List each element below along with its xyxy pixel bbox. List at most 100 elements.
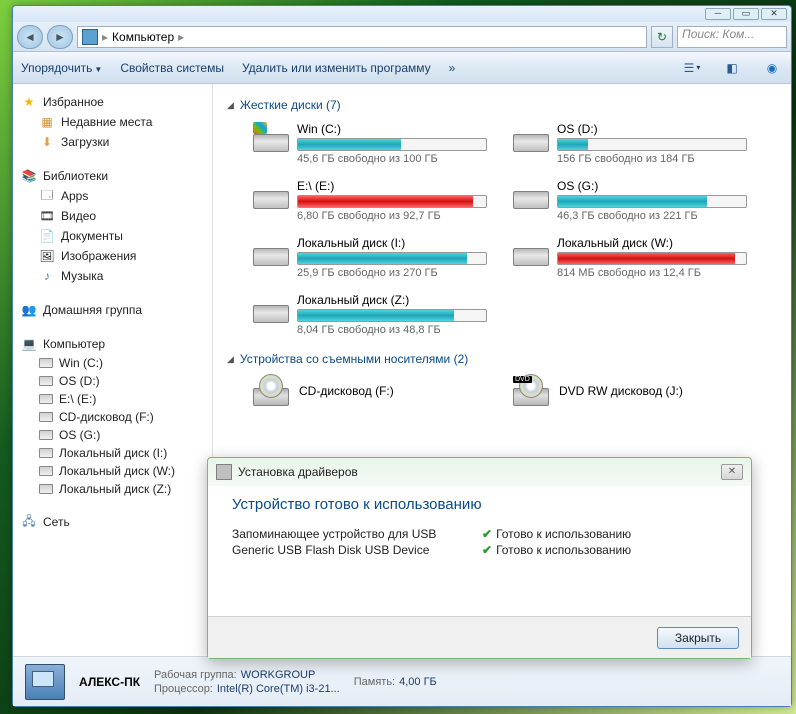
window-titlebar: ─ ▭ ✕ [13, 6, 791, 22]
drive-icon [39, 358, 53, 368]
hdd-icon [513, 179, 549, 209]
driver-status-row: Запоминающее устройство для USB✔Готово к… [232, 527, 727, 541]
sidebar-drive-f[interactable]: CD-дисковод (F:) [17, 408, 208, 426]
drive-name: Локальный диск (Z:) [297, 293, 493, 307]
uninstall-program[interactable]: Удалить или изменить программу [242, 61, 431, 75]
preview-pane-icon[interactable]: ◧ [721, 59, 743, 77]
favorites-header[interactable]: ★Избранное [17, 92, 208, 112]
drive-icon [39, 394, 53, 404]
drive-item[interactable]: Локальный диск (I:) 25,9 ГБ свободно из … [253, 236, 493, 279]
system-properties[interactable]: Свойства системы [120, 61, 224, 75]
sidebar-drive-g[interactable]: OS (G:) [17, 426, 208, 444]
drive-item[interactable]: Локальный диск (Z:) 8,04 ГБ свободно из … [253, 293, 493, 336]
capacity-bar [297, 252, 487, 265]
nav-bar: ◄ ► ▸ Компьютер ▸ ↻ Поиск: Ком... [13, 22, 791, 52]
removable-section-header[interactable]: ◢Устройства со съемными носителями (2) [227, 352, 777, 366]
driver-status-row: Generic USB Flash Disk USB Device✔Готово… [232, 543, 727, 557]
collapse-icon: ◢ [227, 100, 234, 111]
workgroup-value: WORKGROUP [241, 669, 316, 681]
hdd-icon [253, 179, 289, 209]
sidebar-drive-z[interactable]: Локальный диск (Z:) [17, 480, 208, 498]
sidebar-lib-video[interactable]: 🎞Видео [17, 206, 208, 226]
sidebar-drive-i[interactable]: Локальный диск (I:) [17, 444, 208, 462]
drive-name: Локальный диск (I:) [297, 236, 493, 250]
hdd-icon [253, 122, 289, 152]
capacity-bar [297, 309, 487, 322]
help-icon[interactable]: ◉ [761, 59, 783, 77]
sidebar-lib-apps[interactable]: 🗔Apps [17, 186, 208, 206]
search-input[interactable]: Поиск: Ком... [677, 26, 787, 48]
close-button[interactable]: ✕ [761, 8, 787, 20]
maximize-button[interactable]: ▭ [733, 8, 759, 20]
sidebar-drive-e[interactable]: E:\ (E:) [17, 390, 208, 408]
drive-name: OS (D:) [557, 122, 753, 136]
drive-item[interactable]: Локальный диск (W:) 814 МБ свободно из 1… [513, 236, 753, 279]
downloads-icon: ⬇ [39, 134, 55, 150]
computer-header[interactable]: 💻Компьютер [17, 334, 208, 354]
sidebar-drive-d[interactable]: OS (D:) [17, 372, 208, 390]
hdd-icon [253, 236, 289, 266]
popup-title-text: Установка драйверов [238, 465, 715, 479]
drive-item[interactable]: E:\ (E:) 6,80 ГБ свободно из 92,7 ГБ [253, 179, 493, 222]
view-options-icon[interactable]: ☰▾ [681, 59, 703, 77]
driver-icon [216, 464, 232, 480]
removable-name: DVD RW дисковод (J:) [559, 384, 683, 398]
drive-free-text: 8,04 ГБ свободно из 48,8 ГБ [297, 324, 493, 336]
popup-close-action-button[interactable]: Закрыть [657, 627, 739, 649]
hdd-icon [513, 122, 549, 152]
breadcrumb-sep-2: ▸ [178, 30, 184, 44]
minimize-button[interactable]: ─ [705, 8, 731, 20]
check-icon: ✔ [482, 527, 492, 541]
sidebar-lib-music[interactable]: ♪Музыка [17, 266, 208, 286]
drive-item[interactable]: OS (G:) 46,3 ГБ свободно из 221 ГБ [513, 179, 753, 222]
memory-value: 4,00 ГБ [399, 676, 437, 688]
hdd-section-header[interactable]: ◢Жесткие диски (7) [227, 98, 777, 112]
video-icon: 🎞 [39, 208, 55, 224]
sidebar-recent-places[interactable]: ▦Недавние места [17, 112, 208, 132]
more-commands[interactable]: » [449, 61, 456, 75]
forward-button[interactable]: ► [47, 25, 73, 49]
drive-free-text: 6,80 ГБ свободно из 92,7 ГБ [297, 210, 493, 222]
breadcrumb-location[interactable]: Компьютер [112, 30, 174, 44]
drive-item[interactable]: Win (C:) 45,6 ГБ свободно из 100 ГБ [253, 122, 493, 165]
sidebar-drive-w[interactable]: Локальный диск (W:) [17, 462, 208, 480]
back-button[interactable]: ◄ [17, 25, 43, 49]
removable-item[interactable]: DVDDVD RW дисковод (J:) [513, 376, 753, 406]
sidebar-lib-documents[interactable]: 📄Документы [17, 226, 208, 246]
popup-titlebar: Установка драйверов ✕ [208, 458, 751, 486]
refresh-button[interactable]: ↻ [651, 26, 673, 48]
documents-icon: 📄 [39, 228, 55, 244]
cd-drive-icon [253, 376, 289, 406]
removable-item[interactable]: CD-дисковод (F:) [253, 376, 493, 406]
device-status: Готово к использованию [496, 543, 631, 557]
homegroup-icon: 👥 [21, 302, 37, 318]
sidebar-lib-pictures[interactable]: 🖼Изображения [17, 246, 208, 266]
drive-name: OS (G:) [557, 179, 753, 193]
star-icon: ★ [21, 94, 37, 110]
popup-heading: Устройство готово к использованию [232, 496, 727, 513]
capacity-bar [557, 195, 747, 208]
capacity-bar [297, 195, 487, 208]
organize-menu[interactable]: Упорядочить▼ [21, 61, 102, 75]
computer-icon: 💻 [21, 336, 37, 352]
cd-drive-icon [39, 412, 53, 422]
cpu-value: Intel(R) Core(TM) i3-21... [217, 683, 340, 695]
command-bar: Упорядочить▼ Свойства системы Удалить ил… [13, 52, 791, 84]
address-bar[interactable]: ▸ Компьютер ▸ [77, 26, 647, 48]
pictures-icon: 🖼 [39, 248, 55, 264]
drive-free-text: 25,9 ГБ свободно из 270 ГБ [297, 267, 493, 279]
drive-name: Win (C:) [297, 122, 493, 136]
libraries-header[interactable]: 📚Библиотеки [17, 166, 208, 186]
libraries-icon: 📚 [21, 168, 37, 184]
popup-close-button[interactable]: ✕ [721, 464, 743, 480]
computer-large-icon [25, 664, 65, 700]
drive-free-text: 156 ГБ свободно из 184 ГБ [557, 153, 753, 165]
drive-icon [39, 430, 53, 440]
network-header[interactable]: 🖧Сеть [17, 512, 208, 532]
drive-free-text: 814 МБ свободно из 12,4 ГБ [557, 267, 753, 279]
homegroup-header[interactable]: 👥Домашняя группа [17, 300, 208, 320]
breadcrumb-sep: ▸ [102, 30, 108, 44]
sidebar-drive-c[interactable]: Win (C:) [17, 354, 208, 372]
sidebar-downloads[interactable]: ⬇Загрузки [17, 132, 208, 152]
drive-item[interactable]: OS (D:) 156 ГБ свободно из 184 ГБ [513, 122, 753, 165]
